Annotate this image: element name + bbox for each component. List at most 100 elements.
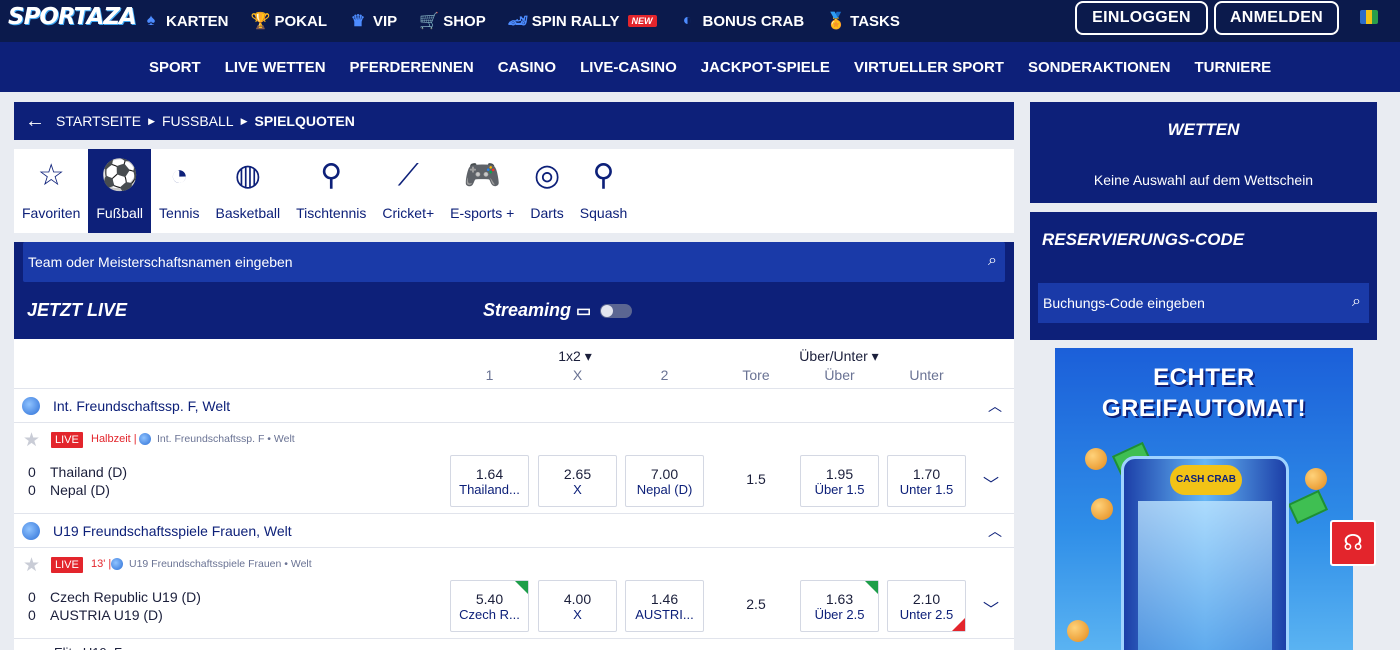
mainnav-casino[interactable]: CASINO	[498, 59, 556, 76]
topnav-shop[interactable]: 🛒 SHOP	[419, 11, 486, 31]
topnav-karten[interactable]: ♠ KARTEN	[142, 12, 229, 30]
sport-tab-basketball[interactable]: ◍ Basketball	[208, 149, 289, 233]
next-league-peek: Elite U19, Frauen	[14, 639, 1014, 650]
mainnav-sonderaktionen[interactable]: SONDERAKTIONEN	[1028, 59, 1171, 76]
vip-icon: ♛	[350, 13, 366, 30]
live-badge: LIVE	[51, 557, 83, 573]
breadcrumb-separator-icon: ▶	[240, 115, 248, 126]
odd-button-over[interactable]: 1.63 Über 2.5	[800, 580, 879, 632]
globe-icon	[22, 521, 40, 540]
mainnav-live-casino[interactable]: LIVE-CASINO	[580, 59, 677, 76]
topnav-vip[interactable]: ♛ VIP	[349, 11, 397, 31]
odd-button-x[interactable]: 4.00 X	[538, 580, 617, 632]
topnav-pokal[interactable]: 🏆 POKAL	[251, 11, 328, 31]
breadcrumb-section[interactable]: FUSSBALL	[162, 113, 234, 129]
search-icon[interactable]: ⌕	[1352, 293, 1361, 311]
new-badge: NEW	[627, 15, 657, 27]
reservation-panel: RESERVIERUNGS-CODE Buchungs-Code eingebe…	[1030, 212, 1377, 340]
chevron-down-icon[interactable]: ﹀	[983, 471, 999, 495]
register-button[interactable]: ANMELDEN	[1214, 1, 1339, 35]
reservation-title: RESERVIERUNGS-CODE	[1042, 230, 1245, 249]
promo-banner[interactable]: ECHTER GREIFAUTOMAT! CASH CRAB	[1055, 348, 1353, 650]
odd-button-x[interactable]: 2.65 X	[538, 455, 617, 507]
league-header[interactable]: U19 Freundschaftsspiele Frauen, Welt ︿	[14, 514, 1014, 548]
favorite-star-icon[interactable]: ★	[23, 554, 40, 577]
streaming-toggle[interactable]	[600, 303, 633, 318]
crab-icon: ◐	[682, 12, 693, 29]
sport-tab-cricket[interactable]: ⟋ Cricket+	[374, 149, 442, 233]
league-header[interactable]: Int. Freundschaftssp. F, Welt ︿	[14, 389, 1014, 423]
promo-title-line1: ECHTER	[1153, 364, 1255, 391]
odd-button-2[interactable]: 1.46 AUSTRI...	[625, 580, 704, 632]
chevron-up-icon[interactable]: ︿	[988, 521, 1002, 541]
betslip-panel: WETTEN Keine Auswahl auf dem Wettschein	[1030, 102, 1377, 203]
sport-tab-tennis[interactable]: ◔ Tennis	[151, 149, 207, 233]
sport-tab-darts[interactable]: ◎ Darts	[522, 149, 571, 233]
odd-button-1[interactable]: 1.64 Thailand...	[450, 455, 529, 507]
teams[interactable]: 0 Thailand (D) 0 Nepal (D)	[28, 463, 127, 499]
breadcrumb-home[interactable]: STARTSEITE	[56, 113, 141, 129]
market-1x2-dropdown[interactable]: 1x2 ▾	[542, 348, 608, 365]
chevron-up-icon[interactable]: ︿	[988, 396, 1002, 416]
favorite-star-icon[interactable]: ★	[23, 429, 40, 452]
match-status: 13' |	[91, 558, 112, 570]
betslip-empty-text: Keine Auswahl auf dem Wettschein	[1093, 172, 1314, 188]
breadcrumb-separator-icon: ▶	[148, 115, 155, 126]
match-status: Halbzeit |	[91, 433, 137, 445]
language-flag-icon[interactable]	[1360, 10, 1378, 24]
odd-button-under[interactable]: 1.70 Unter 1.5	[887, 455, 966, 507]
odd-button-under[interactable]: 2.10 Unter 2.5	[887, 580, 966, 632]
cards-icon: ♠	[146, 12, 156, 29]
sportaza-logo[interactable]: SPORTAZA	[8, 4, 137, 30]
gamepad-icon: 🎮	[463, 159, 501, 192]
breadcrumb-current: SPIELQUOTEN	[254, 113, 355, 129]
match-row: ★ LIVE Halbzeit | Int. Freundschaftssp. …	[14, 423, 1014, 514]
booking-code-input[interactable]: Buchungs-Code eingeben ⌕	[1038, 283, 1369, 323]
breadcrumb: ← STARTSEITE ▶ FUSSBALL ▶ SPIELQUOTEN	[14, 102, 1014, 140]
login-button[interactable]: EINLOGGEN	[1075, 1, 1208, 35]
streaming-control: Streaming ▭	[483, 300, 633, 321]
odd-button-1[interactable]: 5.40 Czech R...	[450, 580, 529, 632]
sport-tab-favoriten[interactable]: ☆ Favoriten	[14, 149, 88, 233]
team-search-input[interactable]: Team oder Meisterschaftsnamen eingeben ⌕	[23, 242, 1005, 282]
chevron-down-icon[interactable]: ﹀	[983, 596, 999, 620]
mainnav-live-wetten[interactable]: LIVE WETTEN	[225, 59, 326, 76]
back-arrow-icon[interactable]: ←	[14, 110, 56, 133]
mainnav-jackpot-spiele[interactable]: JACKPOT-SPIELE	[701, 59, 830, 76]
topnav-bonus-crab[interactable]: ◐ BONUS CRAB	[679, 12, 805, 30]
claw-machine-image: CASH CRAB	[1121, 456, 1289, 650]
top-nav: ♠ KARTEN 🏆 POKAL ♛ VIP 🛒 SHOP 🏎 SPIN RALLY NEW…	[142, 0, 922, 42]
machine-glass	[1138, 501, 1272, 650]
home-team: Thailand (D)	[50, 464, 128, 480]
support-headset-icon[interactable]: ☊	[1330, 520, 1376, 566]
match-meta: Int. Freundschaftssp. F • Welt	[139, 433, 295, 445]
mainnav-sport[interactable]: SPORT	[149, 59, 201, 76]
search-placeholder: Team oder Meisterschaftsnamen eingeben	[28, 254, 293, 270]
topnav-tasks[interactable]: 🏅 TASKS	[826, 11, 900, 31]
live-badge: LIVE	[51, 432, 83, 448]
topnav-spin-rally[interactable]: 🏎 SPIN RALLY NEW	[508, 11, 657, 31]
market-over-under-dropdown[interactable]: Über/Unter ▾	[784, 348, 894, 365]
cricket-icon: ⟋	[397, 159, 419, 192]
mainnav-virtueller-sport[interactable]: VIRTUELLER SPORT	[854, 59, 1004, 76]
league-name: U19 Freundschaftsspiele Frauen, Welt	[53, 522, 292, 539]
sport-tab-tischtennis[interactable]: ⚲ Tischtennis	[288, 149, 374, 233]
live-section-header: Team oder Meisterschaftsnamen eingeben ⌕…	[14, 242, 1014, 339]
globe-icon	[111, 558, 123, 570]
away-team: Nepal (D)	[50, 482, 110, 498]
sport-tab-squash[interactable]: ⚲ Squash	[572, 149, 635, 233]
odd-button-2[interactable]: 7.00 Nepal (D)	[625, 455, 704, 507]
teams[interactable]: 0 Czech Republic U19 (D) 0 AUSTRIA U19 (D)	[28, 588, 201, 624]
coin-icon	[1091, 498, 1113, 520]
cash-crab-sign: CASH CRAB	[1170, 465, 1242, 495]
mainnav-turniere[interactable]: TURNIERE	[1194, 59, 1271, 76]
basket-icon: 🛒	[419, 13, 440, 30]
search-icon[interactable]: ⌕	[988, 252, 997, 270]
col-header-tore: Tore	[742, 367, 770, 383]
mainnav-pferderennen[interactable]: PFERDERENNEN	[350, 59, 474, 76]
sport-tab-esports[interactable]: 🎮 E-sports +	[442, 149, 522, 233]
top-bar: SPORTAZA ♠ KARTEN 🏆 POKAL ♛ VIP 🛒 SHOP 🏎 SPIN…	[0, 0, 1400, 42]
trophy-icon: 🏆	[250, 13, 271, 30]
odd-button-over[interactable]: 1.95 Über 1.5	[800, 455, 879, 507]
sport-tab-fussball[interactable]: ⚽ Fußball	[88, 149, 152, 233]
